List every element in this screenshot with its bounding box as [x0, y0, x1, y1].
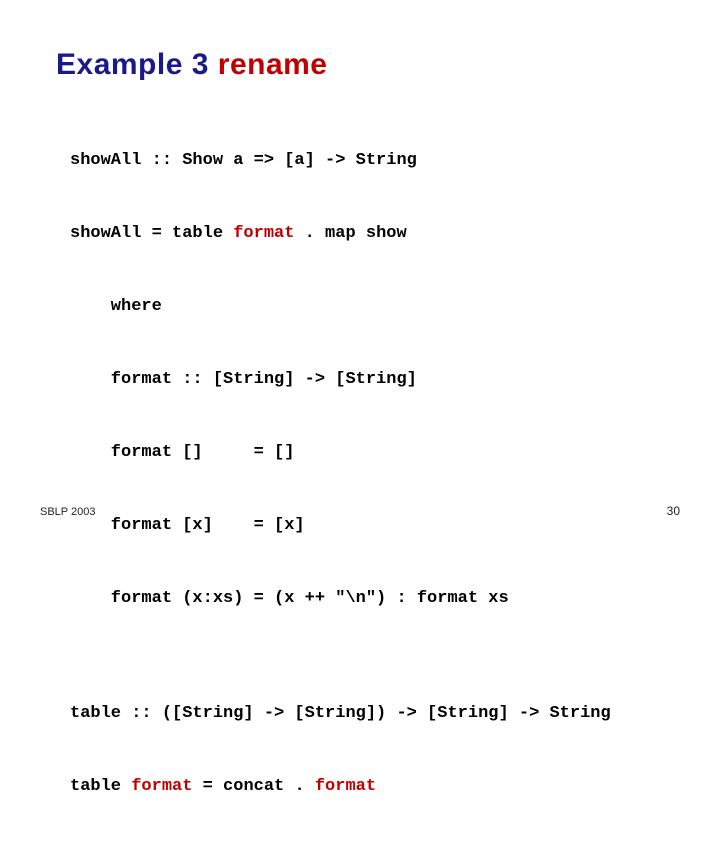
title-prefix: Example 3 — [56, 48, 218, 81]
code-block-1: showAll :: Show a => [a] -> String showA… — [70, 118, 664, 663]
code-text: showAll = table — [70, 224, 233, 243]
code-line: table format = concat . format — [70, 778, 664, 795]
code-text: . map show — [294, 224, 406, 243]
code-line: table :: ([String] -> [String]) -> [Stri… — [70, 705, 664, 722]
code-text: = concat . — [192, 777, 314, 796]
page-title: Example 3 rename — [56, 48, 664, 82]
rename-highlight: format — [131, 777, 192, 796]
rename-highlight: format — [315, 777, 376, 796]
code-line: showAll = table format . map show — [70, 225, 664, 242]
slide: Example 3 rename showAll :: Show a => [a… — [0, 0, 720, 540]
footer-conference: SBLP 2003 — [40, 506, 95, 518]
code-line: format (x:xs) = (x ++ "\n") : format xs — [70, 590, 664, 607]
code-line: format :: [String] -> [String] — [70, 371, 664, 388]
code-line: format [x] = [x] — [70, 517, 664, 534]
code-line: where — [70, 298, 664, 315]
code-line: showAll :: Show a => [a] -> String — [70, 152, 664, 169]
title-rename: rename — [218, 48, 328, 81]
rename-highlight: format — [233, 224, 294, 243]
code-text: table — [70, 777, 131, 796]
footer-page-number: 30 — [667, 504, 680, 518]
code-line: format [] = [] — [70, 444, 664, 461]
code-block-2: table :: ([String] -> [String]) -> [Stri… — [70, 671, 664, 851]
